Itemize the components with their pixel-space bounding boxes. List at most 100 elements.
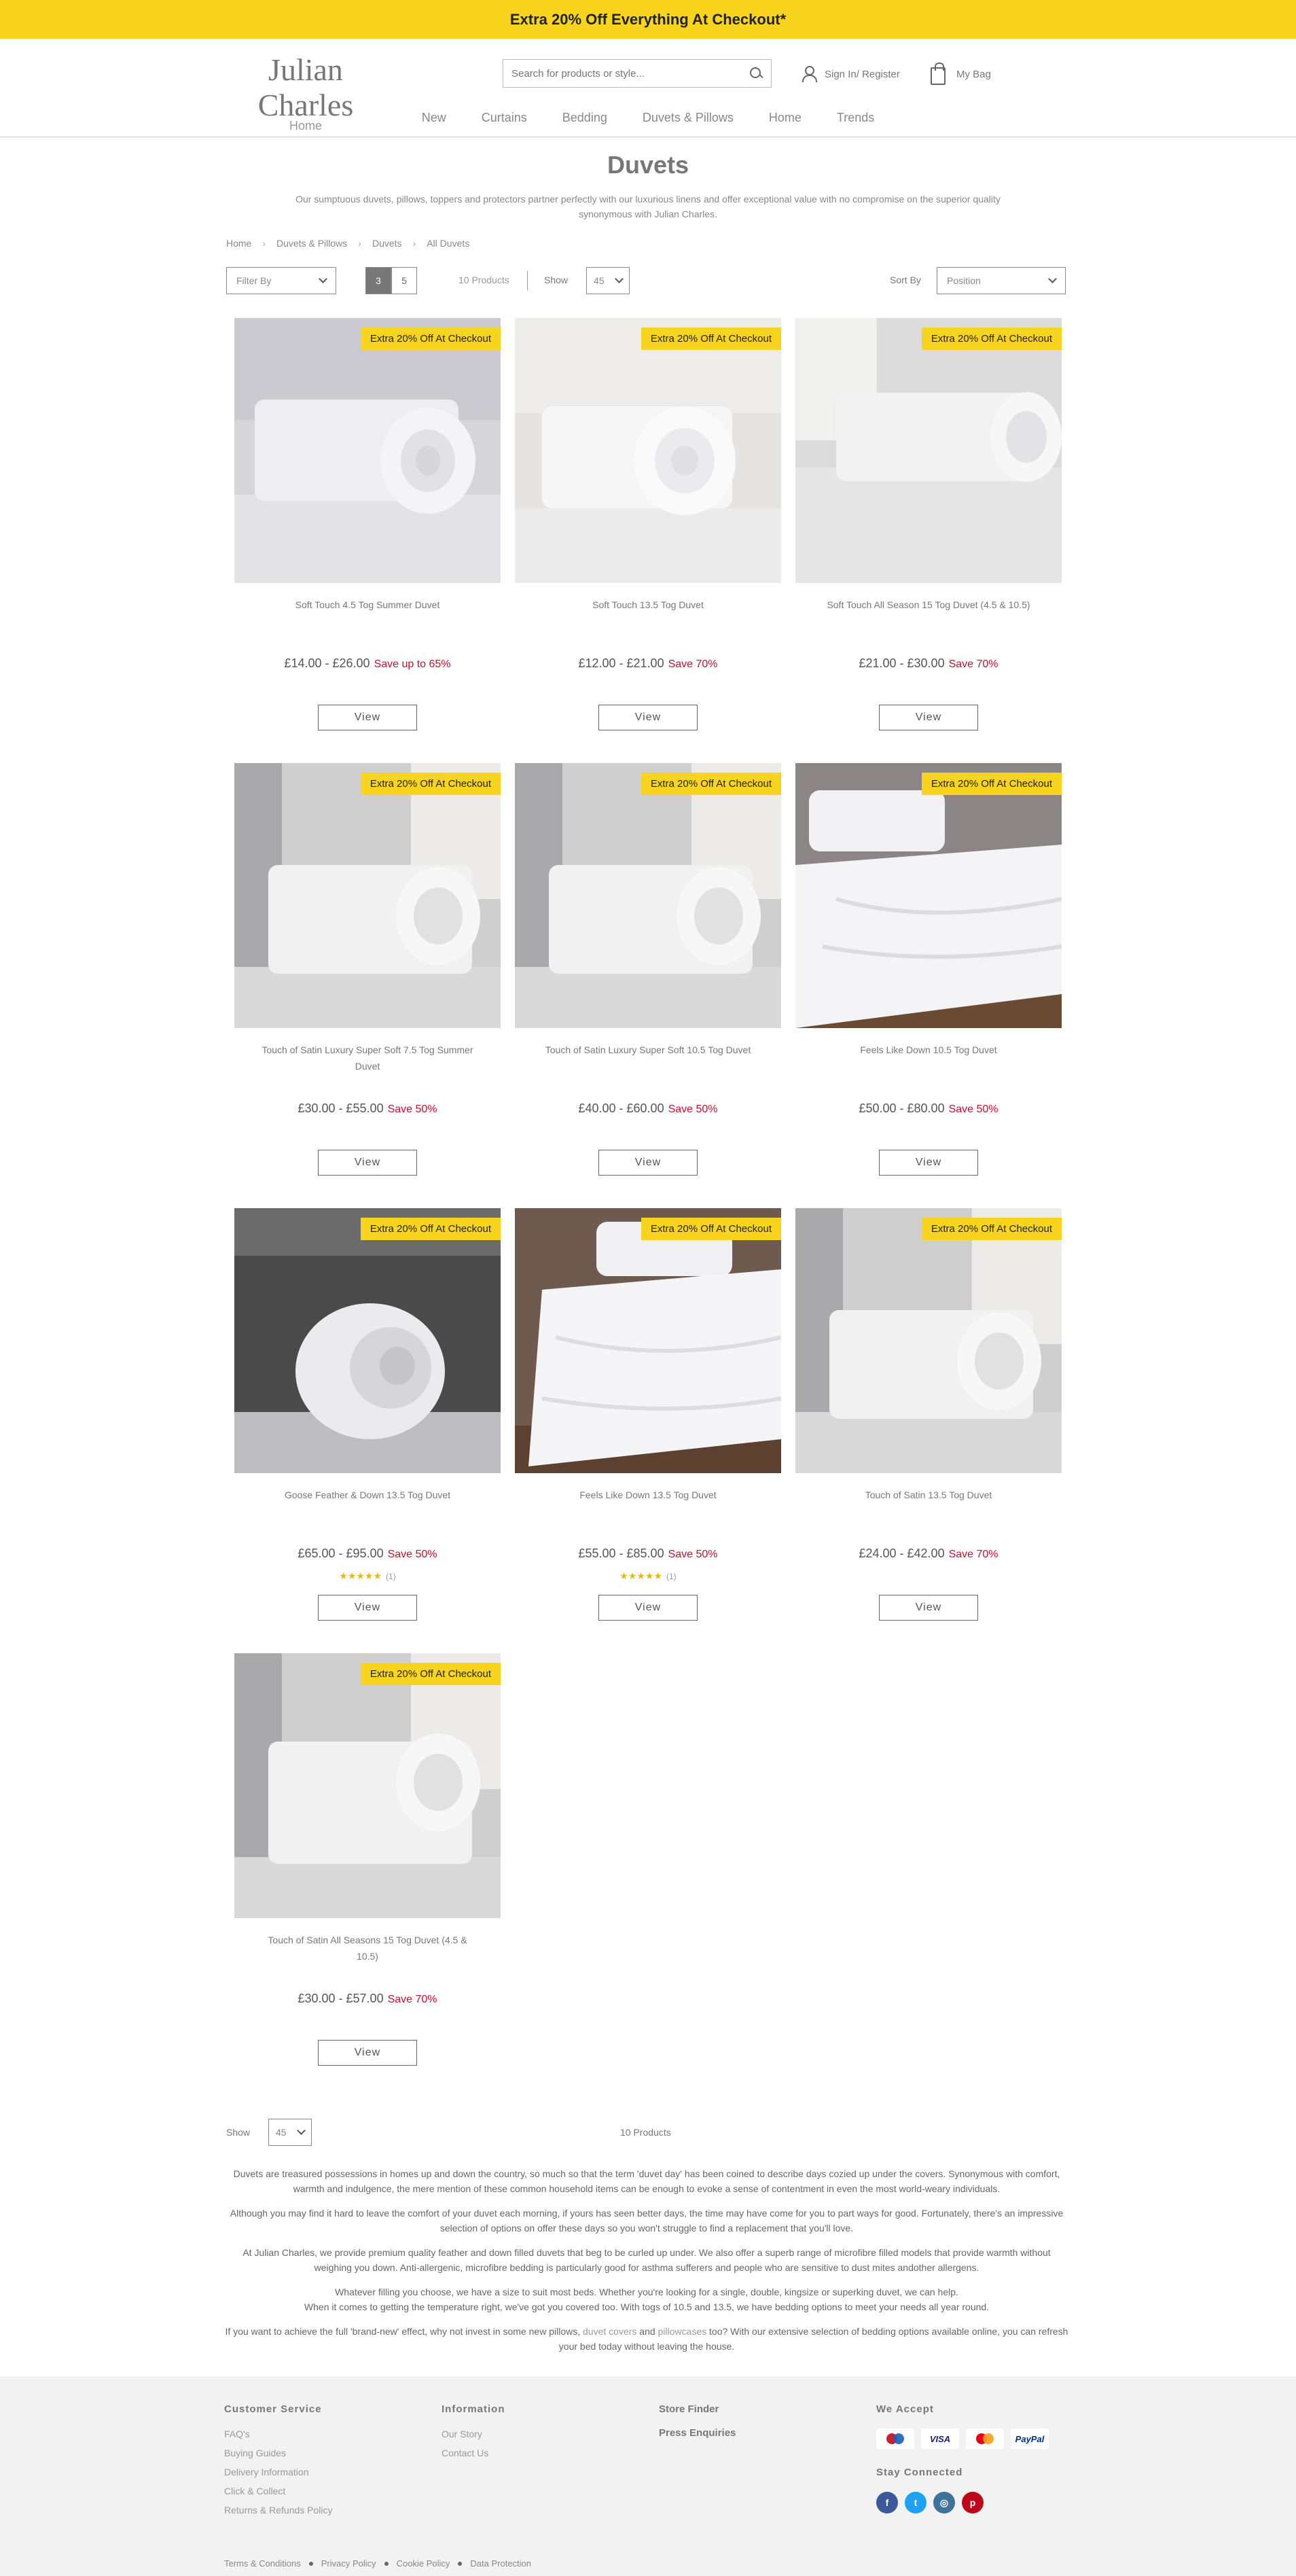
product-name[interactable]: Feels Like Down 13.5 Tog Duvet [515, 1487, 781, 1519]
view-button[interactable]: View [598, 1595, 698, 1621]
show-value: 45 [276, 2127, 287, 2138]
show-dropdown[interactable]: 45 [586, 267, 630, 294]
footer-link-contact[interactable]: Contact Us [442, 2448, 505, 2458]
view-mode-3[interactable]: 3 [365, 267, 391, 294]
product-name[interactable]: Touch of Satin Luxury Super Soft 10.5 To… [515, 1042, 781, 1074]
seo-text-part: and [636, 2326, 658, 2337]
account-link[interactable]: Sign In/ Register [802, 66, 900, 82]
product-card[interactable]: Extra 20% Off At Checkout Feels Like Dow… [515, 1208, 781, 1621]
product-price: £40.00 - £60.00 Save 50% [515, 1101, 781, 1116]
product-name[interactable]: Feels Like Down 10.5 Tog Duvet [795, 1042, 1062, 1074]
footer-link-store-finder[interactable]: Store Finder [659, 2403, 736, 2415]
product-card[interactable]: Extra 20% Off At Checkout Soft Touch All… [795, 318, 1062, 730]
save-label: Save up to 65% [374, 658, 451, 670]
product-card[interactable]: Extra 20% Off At Checkout Touch of Satin… [234, 763, 501, 1176]
product-image[interactable]: Extra 20% Off At Checkout [234, 318, 501, 583]
sort-dropdown[interactable]: Position [937, 267, 1066, 294]
product-name[interactable]: Goose Feather & Down 13.5 Tog Duvet [234, 1487, 501, 1519]
footer-link-buying-guides[interactable]: Buying Guides [224, 2448, 333, 2458]
product-image[interactable]: Extra 20% Off At Checkout [234, 1208, 501, 1473]
view-button[interactable]: View [318, 1595, 417, 1621]
legal-link-cookie[interactable]: Cookie Policy [397, 2558, 450, 2569]
product-card[interactable]: Extra 20% Off At Checkout Soft Touch 4.5… [234, 318, 501, 730]
price-range: £50.00 - £80.00 [859, 1101, 945, 1115]
view-button[interactable]: View [879, 1150, 978, 1176]
price-range: £65.00 - £95.00 [298, 1547, 384, 1560]
twitter-icon[interactable]: t [905, 2492, 926, 2513]
search-box[interactable] [503, 59, 772, 88]
footer-link-delivery[interactable]: Delivery Information [224, 2467, 333, 2477]
product-image[interactable]: Extra 20% Off At Checkout [234, 1653, 501, 1918]
view-button[interactable]: View [879, 1595, 978, 1621]
product-image[interactable]: Extra 20% Off At Checkout [515, 318, 781, 583]
product-name[interactable]: Touch of Satin All Seasons 15 Tog Duvet … [234, 1932, 501, 1964]
footer-link-faq[interactable]: FAQ's [224, 2429, 333, 2439]
duvet-image [234, 318, 501, 583]
product-card[interactable]: Extra 20% Off At Checkout Touch of Satin… [515, 763, 781, 1176]
product-name[interactable]: Touch of Satin Luxury Super Soft 7.5 Tog… [234, 1042, 501, 1074]
product-image[interactable]: Extra 20% Off At Checkout [515, 763, 781, 1028]
price-range: £40.00 - £60.00 [578, 1101, 664, 1115]
breadcrumb-duvets-pillows[interactable]: Duvets & Pillows [276, 238, 347, 249]
breadcrumb-home[interactable]: Home [226, 238, 251, 249]
view-toggle: 3 5 [365, 267, 417, 294]
footer-link-returns[interactable]: Returns & Refunds Policy [224, 2505, 333, 2516]
duvet-image [515, 1208, 781, 1473]
chevron-down-icon [297, 2126, 306, 2135]
breadcrumb-duvets[interactable]: Duvets [372, 238, 402, 249]
seo-text: Duvets are treasured possessions in home… [224, 2166, 1069, 2363]
product-card[interactable]: Extra 20% Off At Checkout Soft Touch 13.… [515, 318, 781, 730]
product-card[interactable]: Extra 20% Off At Checkout Goose Feather … [234, 1208, 501, 1621]
product-image[interactable]: Extra 20% Off At Checkout [795, 1208, 1062, 1473]
promo-badge: Extra 20% Off At Checkout [641, 328, 781, 350]
show-label: Show [544, 275, 569, 285]
bag-link[interactable]: My Bag [931, 63, 991, 85]
promo-badge: Extra 20% Off At Checkout [360, 328, 501, 350]
promo-badge: Extra 20% Off At Checkout [921, 773, 1062, 795]
pinterest-icon[interactable]: p [962, 2492, 984, 2513]
product-image[interactable]: Extra 20% Off At Checkout [795, 763, 1062, 1028]
footer-link-our-story[interactable]: Our Story [442, 2429, 505, 2439]
legal-link-data-protection[interactable]: Data Protection [470, 2558, 531, 2569]
view-button[interactable]: View [598, 1150, 698, 1176]
product-name[interactable]: Touch of Satin 13.5 Tog Duvet [795, 1487, 1062, 1519]
nav-item-curtains[interactable]: Curtains [482, 111, 527, 125]
save-label: Save 50% [387, 1549, 437, 1560]
instagram-icon[interactable]: ◎ [933, 2492, 955, 2513]
product-image[interactable]: Extra 20% Off At Checkout [515, 1208, 781, 1473]
nav-item-trends[interactable]: Trends [837, 111, 874, 125]
view-button[interactable]: View [318, 2040, 417, 2066]
nav-item-duvets-pillows[interactable]: Duvets & Pillows [643, 111, 734, 125]
price-range: £55.00 - £85.00 [578, 1547, 664, 1560]
view-button[interactable]: View [318, 705, 417, 730]
duvet-covers-link[interactable]: duvet covers [583, 2326, 636, 2337]
product-card[interactable]: Extra 20% Off At Checkout Touch of Satin… [795, 1208, 1062, 1621]
view-button[interactable]: View [318, 1150, 417, 1176]
divider [527, 271, 528, 290]
pillowcases-link[interactable]: pillowcases [658, 2326, 707, 2337]
nav-item-new[interactable]: New [422, 111, 446, 125]
product-name[interactable]: Soft Touch All Season 15 Tog Duvet (4.5 … [795, 597, 1062, 629]
footer-link-press[interactable]: Press Enquiries [659, 2427, 736, 2439]
nav-item-home[interactable]: Home [769, 111, 802, 125]
view-mode-5[interactable]: 5 [391, 267, 417, 294]
footer-link-click-collect[interactable]: Click & Collect [224, 2486, 333, 2496]
save-label: Save 50% [387, 1104, 437, 1115]
legal-link-privacy[interactable]: Privacy Policy [321, 2558, 376, 2569]
legal-link-terms[interactable]: Terms & Conditions [224, 2558, 301, 2569]
nav-item-bedding[interactable]: Bedding [562, 111, 607, 125]
product-name[interactable]: Soft Touch 4.5 Tog Summer Duvet [234, 597, 501, 629]
product-card[interactable]: Extra 20% Off At Checkout Feels Like Dow… [795, 763, 1062, 1176]
search-icon[interactable] [749, 67, 763, 80]
show-dropdown[interactable]: 45 [268, 2119, 312, 2146]
product-image[interactable]: Extra 20% Off At Checkout [795, 318, 1062, 583]
facebook-icon[interactable]: f [876, 2492, 898, 2513]
view-button[interactable]: View [879, 705, 978, 730]
product-price: £12.00 - £21.00 Save 70% [515, 656, 781, 671]
filter-dropdown[interactable]: Filter By [226, 267, 336, 294]
search-input[interactable] [511, 67, 749, 80]
product-card[interactable]: Extra 20% Off At Checkout Touch of Satin… [234, 1653, 501, 2066]
product-image[interactable]: Extra 20% Off At Checkout [234, 763, 501, 1028]
view-button[interactable]: View [598, 705, 698, 730]
product-name[interactable]: Soft Touch 13.5 Tog Duvet [515, 597, 781, 629]
